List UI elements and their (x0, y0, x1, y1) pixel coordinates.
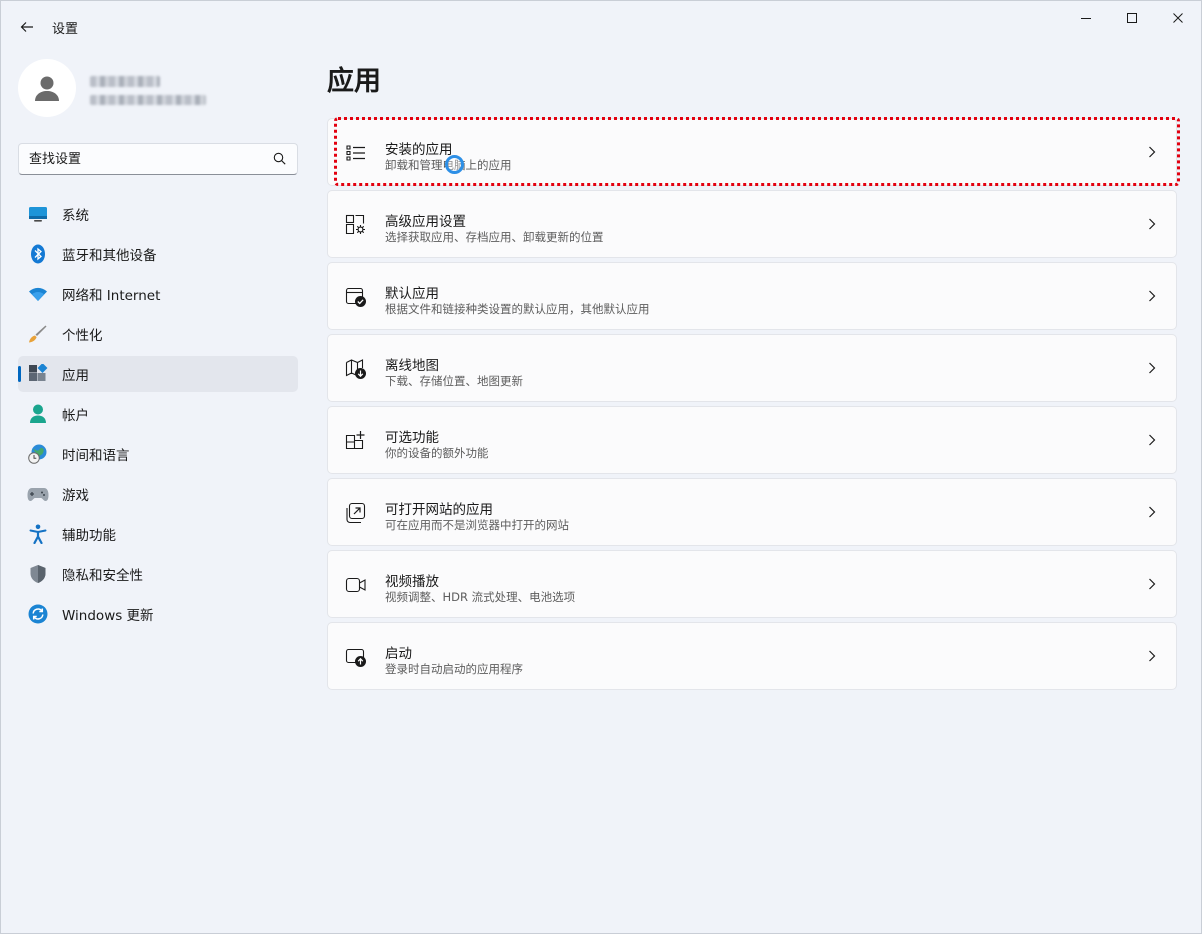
sidebar-item-label: 应用 (62, 368, 89, 384)
sidebar-item-label: 游戏 (62, 488, 89, 504)
card-advanced-app-settings[interactable]: 高级应用设置 选择获取应用、存档应用、卸载更新的位置 (327, 190, 1177, 258)
card-subtitle: 选择获取应用、存档应用、卸载更新的位置 (385, 230, 604, 244)
sidebar-nav: 系统 蓝牙和其他设备 网络和 Internet 个性化 应用 帐户 时间和语言 … (18, 196, 298, 636)
sidebar-item-label: 网络和 Internet (62, 288, 161, 304)
sidebar-item-accessibility[interactable]: 辅助功能 (18, 516, 298, 552)
startup-icon (345, 648, 366, 667)
minimize-button[interactable] (1063, 1, 1109, 35)
sidebar-item-gaming[interactable]: 游戏 (18, 476, 298, 512)
sidebar-item-label: Windows 更新 (62, 608, 154, 624)
chevron-right-icon (1149, 290, 1156, 302)
offline-maps-icon (345, 359, 366, 379)
card-apps-for-websites[interactable]: 可打开网站的应用 可在应用而不是浏览器中打开的网站 (327, 478, 1177, 546)
back-button[interactable] (13, 13, 41, 41)
user-name-redacted (90, 76, 160, 87)
sidebar-item-system[interactable]: 系统 (18, 196, 298, 232)
sidebar-item-label: 系统 (62, 208, 89, 224)
person-icon (35, 76, 59, 101)
maximize-icon (1127, 13, 1137, 23)
video-playback-icon (345, 577, 366, 593)
sidebar-item-accounts[interactable]: 帐户 (18, 396, 298, 432)
page-title: 应用 (327, 66, 381, 97)
close-button[interactable] (1155, 1, 1201, 35)
card-subtitle: 根据文件和链接种类设置的默认应用，其他默认应用 (385, 302, 650, 316)
card-subtitle: 登录时自动启动的应用程序 (385, 662, 523, 676)
sidebar-item-bluetooth[interactable]: 蓝牙和其他设备 (18, 236, 298, 272)
sidebar-item-label: 隐私和安全性 (62, 568, 143, 584)
back-arrow-icon (20, 22, 33, 32)
advanced-app-settings-icon (345, 214, 365, 235)
chevron-right-icon (1149, 506, 1156, 518)
search-input[interactable] (19, 144, 259, 174)
card-title: 默认应用 (385, 286, 439, 302)
card-title: 视频播放 (385, 574, 439, 590)
settings-window: 设置 查找设置 系统 蓝牙和其他设备 网络和 Internet 个性化 应用 帐… (0, 0, 1202, 934)
minimize-icon (1081, 18, 1091, 19)
chevron-right-icon (1149, 650, 1156, 662)
maximize-button[interactable] (1109, 1, 1155, 35)
card-optional-features[interactable]: 可选功能 你的设备的额外功能 (327, 406, 1177, 474)
card-title: 离线地图 (385, 358, 439, 374)
sidebar-item-windows-update[interactable]: Windows 更新 (18, 596, 298, 632)
wifi-icon (27, 283, 49, 305)
time-language-icon (27, 443, 49, 465)
paintbrush-icon (27, 323, 49, 345)
shield-icon (27, 563, 49, 585)
card-title: 高级应用设置 (385, 214, 466, 230)
mouse-cursor-indicator (445, 155, 464, 174)
installed-apps-list-icon (346, 145, 365, 161)
card-subtitle: 视频调整、HDR 流式处理、电池选项 (385, 590, 576, 604)
optional-features-icon (345, 431, 365, 450)
user-email-redacted (90, 95, 206, 105)
card-subtitle: 你的设备的额外功能 (385, 446, 489, 460)
sidebar-item-label: 时间和语言 (62, 448, 130, 464)
chevron-right-icon (1149, 146, 1156, 158)
sidebar-item-network[interactable]: 网络和 Internet (18, 276, 298, 312)
apps-icon (27, 363, 49, 385)
windows-update-icon (27, 603, 49, 625)
settings-card-list: 安装的应用 卸载和管理电脑上的应用 高级应用设置 选择获取应用、存档应用、卸载更… (327, 118, 1177, 694)
app-title: 设置 (52, 22, 79, 37)
card-subtitle: 可在应用而不是浏览器中打开的网站 (385, 518, 569, 532)
card-title: 启动 (385, 646, 412, 662)
sidebar-item-label: 辅助功能 (62, 528, 116, 544)
card-offline-maps[interactable]: 离线地图 下载、存储位置、地图更新 (327, 334, 1177, 402)
card-startup[interactable]: 启动 登录时自动启动的应用程序 (327, 622, 1177, 690)
card-video-playback[interactable]: 视频播放 视频调整、HDR 流式处理、电池选项 (327, 550, 1177, 618)
search-box[interactable] (18, 143, 298, 175)
search-icon[interactable] (273, 152, 286, 165)
default-apps-icon (345, 287, 366, 307)
chevron-right-icon (1149, 434, 1156, 446)
card-default-apps[interactable]: 默认应用 根据文件和链接种类设置的默认应用，其他默认应用 (327, 262, 1177, 330)
avatar (18, 59, 76, 117)
bluetooth-icon (27, 243, 49, 265)
sidebar-item-label: 个性化 (62, 328, 103, 344)
sidebar-item-personalization[interactable]: 个性化 (18, 316, 298, 352)
card-subtitle: 下载、存储位置、地图更新 (385, 374, 523, 388)
sidebar-item-label: 帐户 (62, 408, 89, 424)
sidebar-item-privacy[interactable]: 隐私和安全性 (18, 556, 298, 592)
chevron-right-icon (1149, 218, 1156, 230)
sidebar-item-time-language[interactable]: 时间和语言 (18, 436, 298, 472)
gamepad-icon (27, 483, 49, 505)
card-title: 安装的应用 (385, 142, 453, 158)
close-icon (1173, 13, 1183, 23)
system-display-icon (27, 203, 49, 225)
user-profile[interactable] (18, 59, 298, 121)
chevron-right-icon (1149, 362, 1156, 374)
sidebar-item-apps[interactable]: 应用 (18, 356, 298, 392)
accessibility-icon (27, 523, 49, 545)
title-bar: 设置 (1, 1, 1201, 49)
apps-for-websites-icon (346, 502, 366, 524)
chevron-right-icon (1149, 578, 1156, 590)
card-title: 可选功能 (385, 430, 439, 446)
card-title: 可打开网站的应用 (385, 502, 493, 518)
card-installed-apps[interactable]: 安装的应用 卸载和管理电脑上的应用 (327, 118, 1177, 186)
account-icon (27, 403, 49, 425)
sidebar-item-label: 蓝牙和其他设备 (62, 248, 157, 264)
